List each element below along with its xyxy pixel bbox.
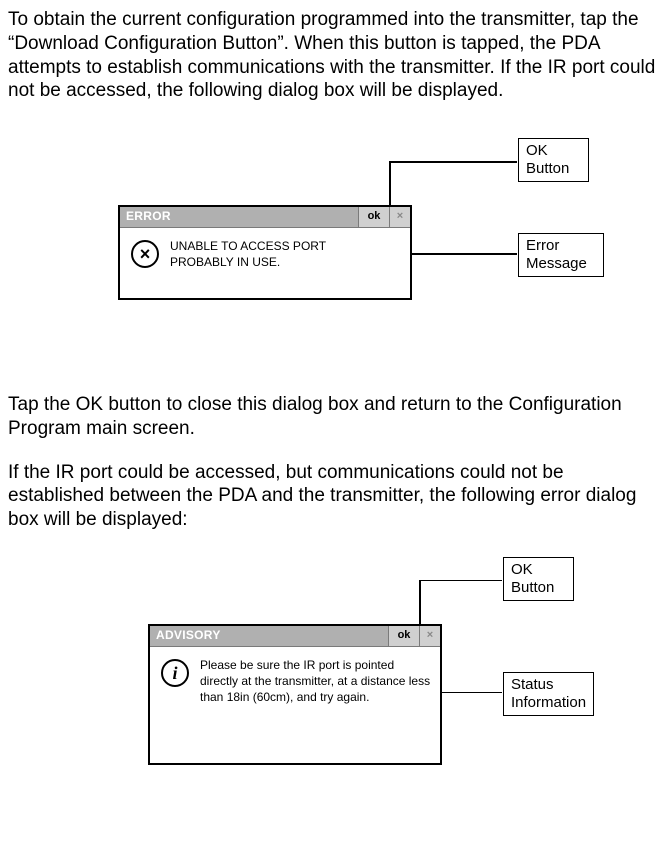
dialog-titlebar: ADVISORY ok × bbox=[150, 626, 440, 647]
dialog-message: UNABLE TO ACCESS PORTPROBABLY IN USE. bbox=[162, 238, 326, 270]
dialog-icon-cell: × bbox=[128, 238, 162, 268]
intro-paragraph-2: Tap the OK button to close this dialog b… bbox=[8, 393, 659, 441]
callout-status-info: StatusInformation bbox=[503, 672, 594, 716]
dialog-title: ERROR bbox=[120, 207, 358, 227]
callout-ok-button: OKButton bbox=[503, 557, 574, 601]
callout-ok-button: OKButton bbox=[518, 138, 589, 182]
callout-lead bbox=[410, 253, 517, 255]
advisory-dialog: ADVISORY ok × i Please be sure the IR po… bbox=[148, 624, 442, 765]
figure-advisory-dialog: OKButton StatusInformation ADVISORY ok ×… bbox=[8, 562, 659, 792]
dialog-close-button[interactable]: × bbox=[389, 207, 410, 227]
error-dialog: ERROR ok × × UNABLE TO ACCESS PORTPROBAB… bbox=[118, 205, 412, 300]
callout-lead bbox=[440, 692, 502, 694]
info-icon: i bbox=[161, 659, 189, 687]
callout-lead bbox=[389, 161, 391, 207]
intro-paragraph-1: To obtain the current configuration prog… bbox=[8, 8, 659, 103]
dialog-title: ADVISORY bbox=[150, 626, 388, 646]
callout-lead bbox=[389, 161, 517, 163]
callout-error-message: ErrorMessage bbox=[518, 233, 604, 277]
callout-lead bbox=[419, 580, 421, 626]
dialog-close-button[interactable]: × bbox=[419, 626, 440, 646]
callout-lead bbox=[419, 580, 502, 582]
dialog-body: i Please be sure the IR port is pointed … bbox=[150, 647, 440, 763]
dialog-ok-button[interactable]: ok bbox=[358, 207, 389, 227]
dialog-body: × UNABLE TO ACCESS PORTPROBABLY IN USE. bbox=[120, 228, 410, 298]
dialog-message: Please be sure the IR port is pointed di… bbox=[192, 657, 432, 706]
error-icon: × bbox=[131, 240, 159, 268]
dialog-icon-cell: i bbox=[158, 657, 192, 687]
intro-paragraph-3: If the IR port could be accessed, but co… bbox=[8, 461, 659, 532]
dialog-titlebar: ERROR ok × bbox=[120, 207, 410, 228]
figure-error-dialog: OKButton ErrorMessage ERROR ok × × UNABL… bbox=[8, 143, 659, 343]
dialog-ok-button[interactable]: ok bbox=[388, 626, 419, 646]
